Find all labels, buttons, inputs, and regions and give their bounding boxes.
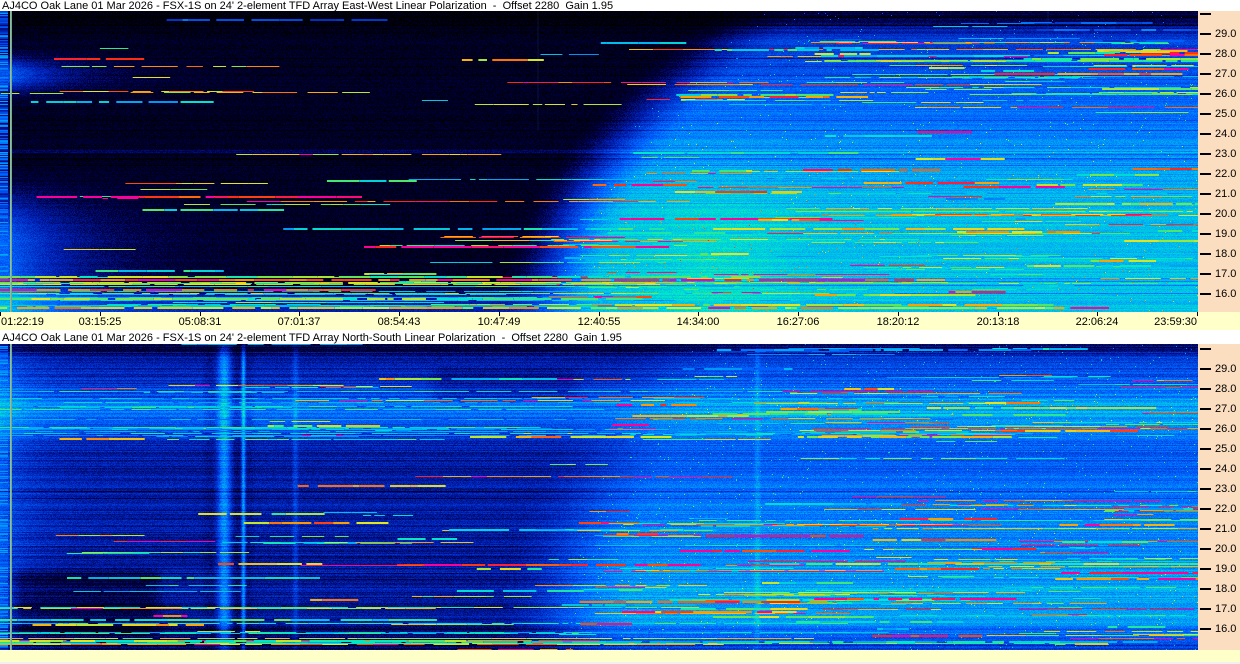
freq-tick-label: 24.0 [1215,463,1237,475]
freq-tick [1200,428,1211,430]
freq-tick [1200,73,1211,75]
freq-tick [1200,173,1211,175]
freq-tick-label: 22.0 [1215,168,1237,180]
spectrogram-ew-plot[interactable] [0,11,1198,312]
freq-tick-label: 21.0 [1215,523,1237,535]
freq-tick-unlabeled [1200,348,1211,350]
freq-tick [1200,33,1211,35]
freq-tick [1200,448,1211,450]
bottom-time-strip [0,650,1240,662]
freq-tick [1200,528,1211,530]
freq-tick-label: 21.0 [1215,188,1237,200]
time-tick-label: 12:40:55 [577,316,621,328]
freq-tick [1200,608,1211,610]
freq-tick-label: 18.0 [1215,583,1237,595]
freq-tick-label: 24.0 [1215,128,1237,140]
time-axis: 01:22:19 03:15:25 05:08:31 07:01:37 08:54:43… [0,312,1240,330]
freq-tick-label: 20.0 [1215,208,1237,220]
freq-tick-label: 26.0 [1215,88,1237,100]
time-tick-label: 18:20:12 [876,316,920,328]
freq-tick-label: 18.0 [1215,248,1237,260]
freq-tick [1200,508,1211,510]
freq-tick-label: 27.0 [1215,403,1237,415]
freq-tick [1200,388,1211,390]
freq-tick [1200,213,1211,215]
freq-tick [1200,568,1211,570]
freq-tick-label: 26.0 [1215,423,1237,435]
freq-tick-label: 29.0 [1215,28,1237,40]
time-tick-label: 03:15:25 [78,316,122,328]
freq-tick [1200,368,1211,370]
freq-tick [1200,548,1211,550]
panel-title-east-west: AJ4CO Oak Lane 01 Mar 2026 - FSX-1S on 2… [0,0,1240,12]
freq-tick-label: 23.0 [1215,148,1237,160]
freq-tick [1200,153,1211,155]
radio-spectrograph-window: AJ4CO Oak Lane 01 Mar 2026 - FSX-1S on 2… [0,0,1240,664]
time-tick-label: 14:34:00 [676,316,720,328]
time-tick-label: 05:08:31 [178,316,222,328]
freq-tick-label: 25.0 [1215,443,1237,455]
time-tick-label: 08:54:43 [377,316,421,328]
freq-tick [1200,193,1211,195]
freq-tick-label: 19.0 [1215,563,1237,575]
freq-axis-ew: 29.0 28.0 27.0 26.0 25.0 24.0 23.0 22.0 21.0 20.0… [1198,11,1240,312]
freq-tick [1200,253,1211,255]
time-tick-label: 22:06:24 [1075,316,1119,328]
freq-tick-label: 17.0 [1215,603,1237,615]
freq-tick-label: 27.0 [1215,68,1237,80]
freq-tick-label: 16.0 [1215,623,1237,635]
freq-tick [1200,93,1211,95]
freq-tick-label: 28.0 [1215,48,1237,60]
freq-tick-label: 19.0 [1215,228,1237,240]
freq-tick-label: 23.0 [1215,483,1237,495]
freq-tick [1200,588,1211,590]
freq-tick [1200,273,1211,275]
time-tick-label: 20:13:18 [976,316,1020,328]
freq-tick-label: 28.0 [1215,383,1237,395]
time-tick-label: 10:47:49 [477,316,521,328]
spectrogram-ns-plot[interactable] [0,344,1198,650]
freq-tick-label: 25.0 [1215,108,1237,120]
freq-tick [1200,468,1211,470]
freq-tick [1200,113,1211,115]
freq-tick [1200,53,1211,55]
time-tick-label: 01:22:19 [1,316,44,328]
panel-title-north-south: AJ4CO Oak Lane 01 Mar 2026 - FSX-1S on 2… [0,330,1240,344]
freq-tick [1200,293,1211,295]
freq-tick [1200,488,1211,490]
time-tick [1197,312,1198,316]
freq-tick [1200,133,1211,135]
freq-tick [1200,233,1211,235]
freq-tick [1200,628,1211,630]
freq-tick-unlabeled [1200,13,1211,15]
freq-tick-label: 20.0 [1215,543,1237,555]
time-tick-label: 07:01:37 [277,316,321,328]
time-tick-label: 16:27:06 [776,316,820,328]
freq-tick-label: 22.0 [1215,503,1237,515]
time-tick-label: 23:59:30 [1154,316,1197,328]
freq-axis-ns: 29.0 28.0 27.0 26.0 25.0 24.0 23.0 22.0 21.0 20.0… [1198,344,1240,650]
freq-tick [1200,408,1211,410]
freq-tick-label: 17.0 [1215,268,1237,280]
freq-tick-label: 29.0 [1215,363,1237,375]
freq-tick-label: 16.0 [1215,288,1237,300]
